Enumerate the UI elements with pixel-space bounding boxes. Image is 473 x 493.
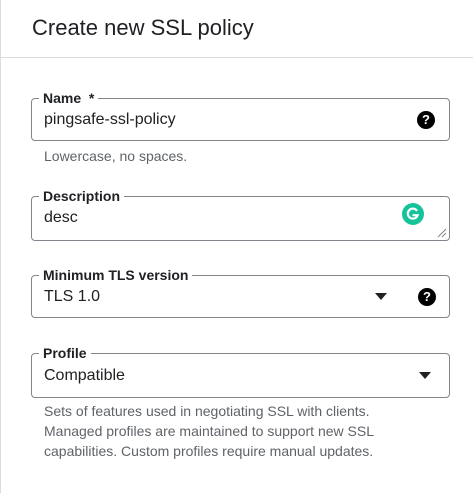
profile-value: Compatible	[44, 367, 125, 384]
profile-label: Profile	[39, 345, 91, 361]
name-input[interactable]: pingsafe-ssl-policy	[44, 110, 176, 130]
name-field[interactable]: Name * pingsafe-ssl-policy ?	[31, 90, 450, 141]
description-label: Description	[39, 188, 125, 204]
profile-hint: Sets of features used in negotiating SSL…	[44, 401, 374, 461]
name-hint: Lowercase, no spaces.	[44, 148, 188, 164]
dropdown-arrow-icon[interactable]	[419, 372, 431, 379]
panel-left-border	[0, 0, 1, 493]
panel-header: Create new SSL policy	[0, 0, 473, 58]
help-circle-icon[interactable]: ?	[418, 288, 436, 306]
profile-hint-line: Managed profiles are maintained to suppo…	[44, 423, 374, 439]
dropdown-arrow-icon[interactable]	[375, 293, 387, 300]
profile-select[interactable]: Profile Compatible	[31, 345, 450, 398]
resize-handle-icon[interactable]	[437, 228, 447, 238]
profile-hint-line: capabilities. Custom profiles require ma…	[44, 443, 374, 459]
tls-version-label: Minimum TLS version	[39, 267, 193, 283]
help-circle-icon[interactable]: ?	[417, 111, 435, 129]
grammarly-icon[interactable]	[402, 203, 424, 225]
tls-version-value: TLS 1.0	[44, 288, 101, 305]
required-mark: *	[88, 90, 95, 106]
name-label-text: Name	[43, 90, 82, 106]
description-textarea[interactable]: desc	[44, 208, 78, 228]
name-label: Name *	[39, 90, 99, 106]
tls-version-select[interactable]: Minimum TLS version TLS 1.0 ?	[31, 267, 450, 318]
page-title: Create new SSL policy	[32, 15, 254, 40]
profile-hint-line: Sets of features used in negotiating SSL…	[44, 403, 370, 419]
description-field[interactable]: Description desc	[31, 188, 450, 241]
